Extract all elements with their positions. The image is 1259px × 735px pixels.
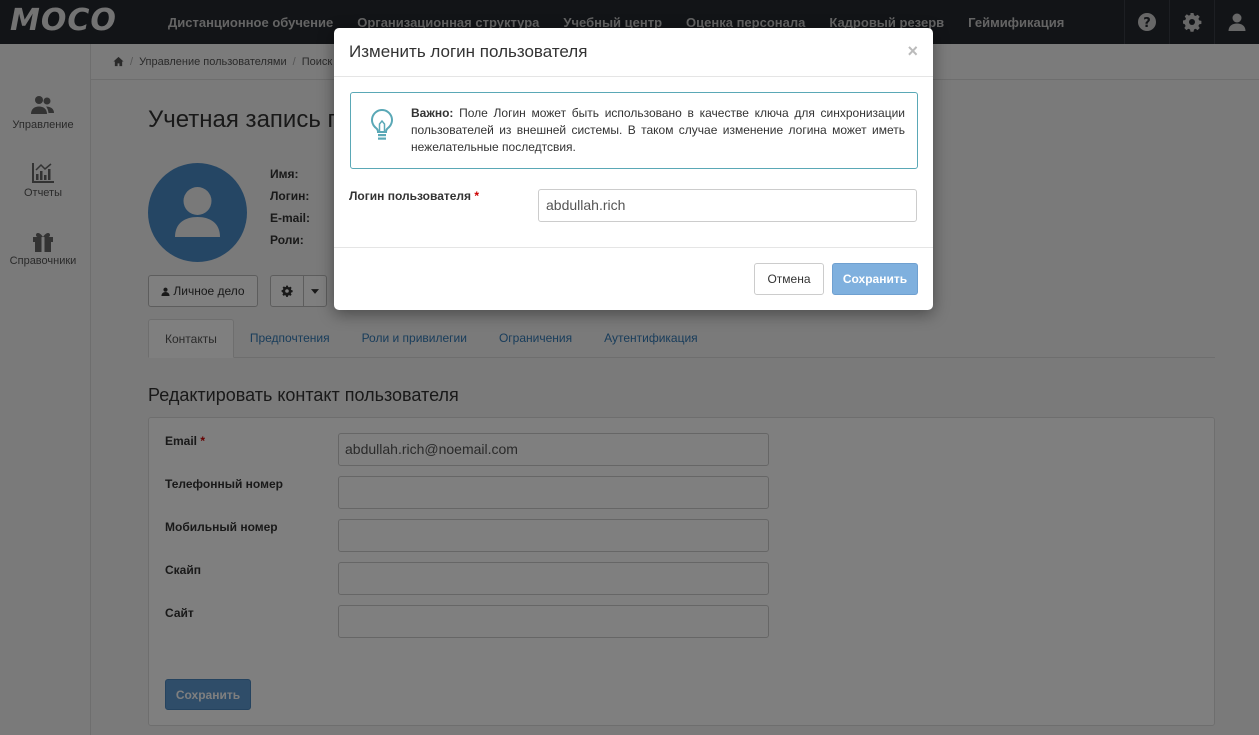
- alert-message: Важно: Поле Логин может быть использован…: [411, 105, 905, 156]
- modal-title: Изменить логин пользователя: [349, 42, 588, 61]
- login-input[interactable]: abdullah.rich: [538, 189, 917, 222]
- required-marker: *: [474, 189, 480, 203]
- alert-strong: Важно:: [411, 106, 454, 120]
- lightbulb-icon: [371, 108, 393, 140]
- label-text: Логин пользователя: [349, 189, 472, 203]
- alert-body: Поле Логин может быть использовано в кач…: [411, 106, 905, 154]
- change-login-modal: Изменить логин пользователя × Важно: Пол…: [334, 28, 933, 310]
- modal-footer: Отмена Сохранить: [334, 247, 933, 310]
- warning-alert: Важно: Поле Логин может быть использован…: [350, 92, 918, 169]
- modal-header: Изменить логин пользователя ×: [334, 28, 933, 77]
- cancel-button[interactable]: Отмена: [754, 263, 824, 295]
- login-field-label: Логин пользователя *: [349, 189, 479, 203]
- save-button[interactable]: Сохранить: [832, 263, 918, 295]
- close-icon[interactable]: ×: [907, 41, 918, 61]
